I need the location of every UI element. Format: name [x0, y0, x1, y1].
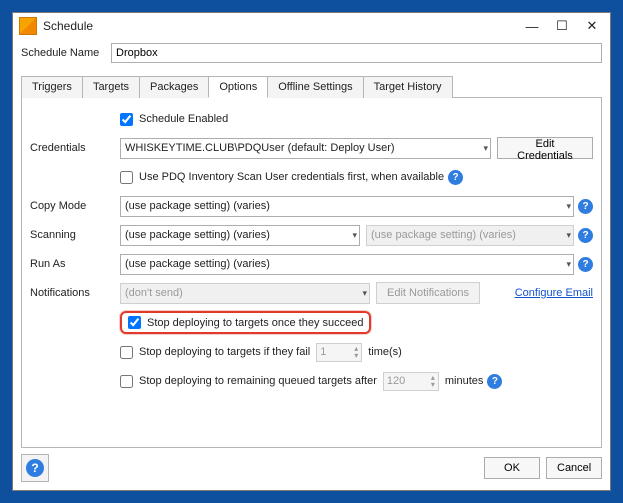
- notifications-select: (don't send) ▾: [120, 283, 370, 304]
- stop-on-fail-checkbox[interactable]: Stop deploying to targets if they fail: [120, 346, 310, 359]
- options-panel: Schedule Enabled Credentials WHISKEYTIME…: [21, 97, 602, 448]
- schedule-name-label: Schedule Name: [21, 47, 111, 59]
- tabstrip: Triggers Targets Packages Options Offlin…: [21, 75, 602, 97]
- stop-on-succeed-label: Stop deploying to targets once they succ…: [147, 317, 363, 329]
- stop-remaining-checkbox[interactable]: Stop deploying to remaining queued targe…: [120, 375, 377, 388]
- copy-mode-select[interactable]: (use package setting) (varies) ▾: [120, 196, 574, 217]
- tab-target-history[interactable]: Target History: [363, 76, 453, 98]
- run-as-value: (use package setting) (varies): [125, 258, 270, 270]
- chevron-down-icon: ▾: [352, 230, 357, 241]
- window-title: Schedule: [43, 19, 516, 33]
- chevron-down-icon: ▾: [362, 288, 367, 299]
- schedule-enabled-label: Schedule Enabled: [139, 113, 228, 125]
- chevron-down-icon: ▾: [566, 201, 571, 212]
- help-icon: ?: [26, 459, 44, 477]
- notifications-value: (don't send): [125, 287, 183, 299]
- chevron-down-icon: ▾: [483, 143, 488, 154]
- tab-options[interactable]: Options: [208, 76, 268, 98]
- tab-targets[interactable]: Targets: [82, 76, 140, 98]
- schedule-enabled-checkbox[interactable]: Schedule Enabled: [120, 113, 228, 126]
- stop-remaining-minutes: 120 ▴▾: [383, 372, 439, 391]
- app-icon: [19, 17, 37, 35]
- copy-mode-value: (use package setting) (varies): [125, 200, 270, 212]
- tab-offline-settings[interactable]: Offline Settings: [267, 76, 363, 98]
- close-button[interactable]: ✕: [578, 17, 606, 35]
- help-icon[interactable]: ?: [578, 257, 593, 272]
- credentials-label: Credentials: [30, 142, 120, 154]
- stop-on-succeed-checkbox[interactable]: Stop deploying to targets once they succ…: [128, 316, 363, 329]
- tab-packages[interactable]: Packages: [139, 76, 209, 98]
- cancel-button[interactable]: Cancel: [546, 457, 602, 479]
- ok-button[interactable]: OK: [484, 457, 540, 479]
- edit-notifications-button: Edit Notifications: [376, 282, 480, 304]
- credentials-select[interactable]: WHISKEYTIME.CLUB\PDQUser (default: Deplo…: [120, 138, 491, 159]
- copy-mode-label: Copy Mode: [30, 200, 120, 212]
- scanning-value: (use package setting) (varies): [125, 229, 270, 241]
- stop-on-fail-suffix: time(s): [368, 346, 402, 358]
- tab-triggers[interactable]: Triggers: [21, 76, 83, 98]
- help-icon[interactable]: ?: [578, 199, 593, 214]
- chevron-down-icon: ▾: [566, 230, 571, 241]
- edit-credentials-button[interactable]: Edit Credentials: [497, 137, 593, 159]
- configure-email-link[interactable]: Configure Email: [515, 287, 593, 299]
- stop-on-fail-prefix: Stop deploying to targets if they fail: [139, 346, 310, 358]
- scanning-secondary-select: (use package setting) (varies) ▾: [366, 225, 574, 246]
- chevron-down-icon: ▾: [566, 259, 571, 270]
- scanning-select[interactable]: (use package setting) (varies) ▾: [120, 225, 360, 246]
- run-as-label: Run As: [30, 258, 120, 270]
- credentials-value: WHISKEYTIME.CLUB\PDQUser (default: Deplo…: [125, 142, 395, 154]
- stop-remaining-prefix: Stop deploying to remaining queued targe…: [139, 375, 377, 387]
- titlebar: Schedule — ☐ ✕: [13, 13, 610, 39]
- help-icon[interactable]: ?: [487, 374, 502, 389]
- use-inventory-credentials-checkbox[interactable]: Use PDQ Inventory Scan User credentials …: [120, 171, 444, 184]
- use-inventory-credentials-label: Use PDQ Inventory Scan User credentials …: [139, 171, 444, 183]
- help-button[interactable]: ?: [21, 454, 49, 482]
- minimize-button[interactable]: —: [518, 17, 546, 35]
- schedule-window: Schedule — ☐ ✕ Schedule Name Triggers Ta…: [12, 12, 611, 491]
- maximize-button[interactable]: ☐: [548, 17, 576, 35]
- stop-on-fail-count: 1 ▴▾: [316, 343, 362, 362]
- run-as-select[interactable]: (use package setting) (varies) ▾: [120, 254, 574, 275]
- schedule-name-input[interactable]: [111, 43, 602, 63]
- notifications-label: Notifications: [30, 287, 120, 299]
- help-icon[interactable]: ?: [448, 170, 463, 185]
- stop-remaining-suffix: minutes: [445, 375, 484, 387]
- scanning-label: Scanning: [30, 229, 120, 241]
- help-icon[interactable]: ?: [578, 228, 593, 243]
- scanning-secondary-placeholder: (use package setting) (varies): [371, 229, 516, 241]
